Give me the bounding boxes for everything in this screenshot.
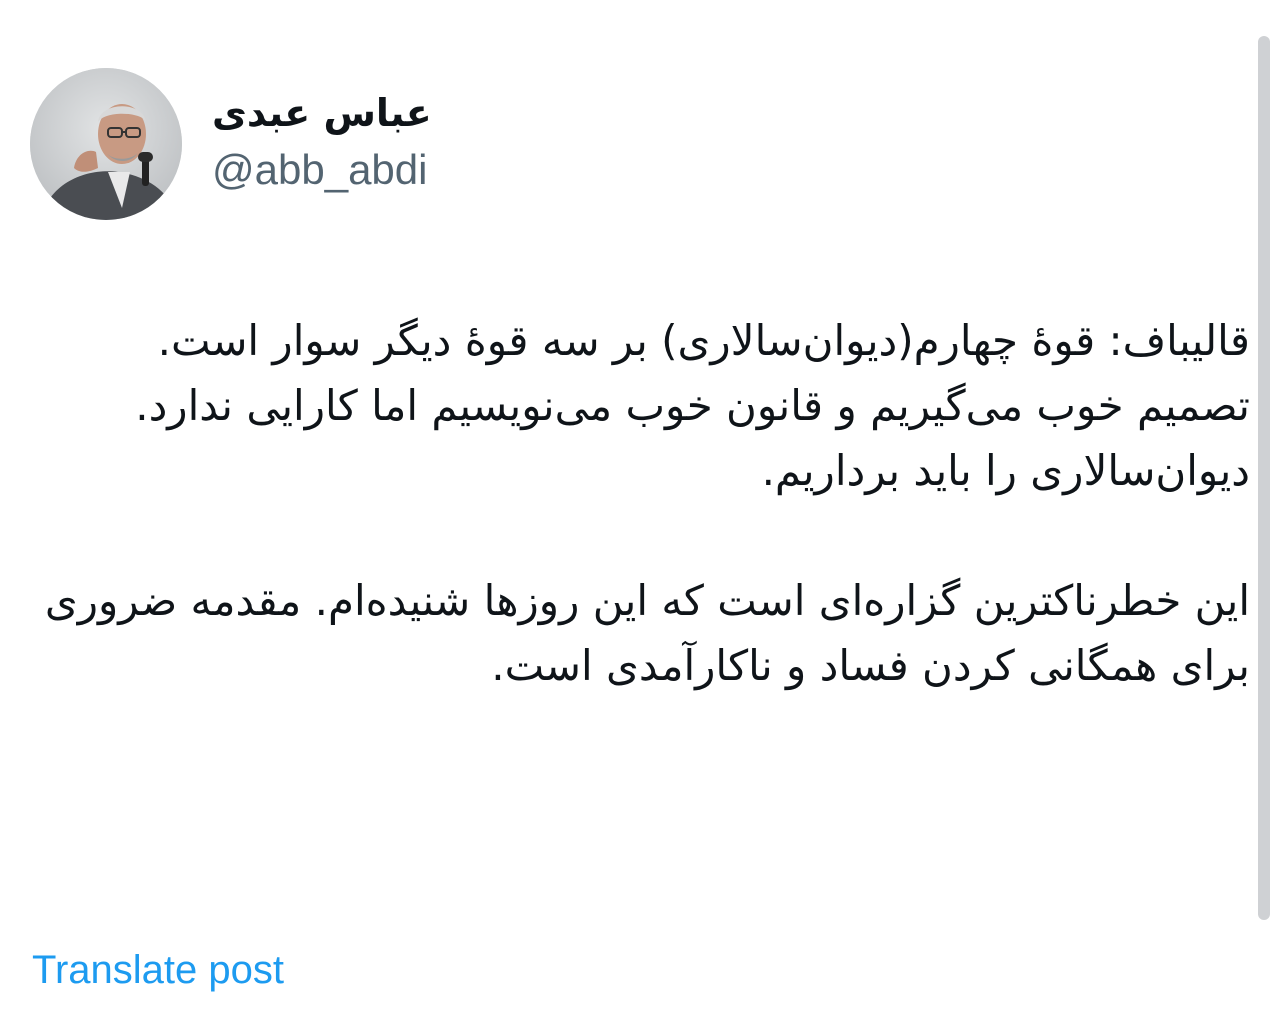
tweet-text: قالیباف: قوهٔ چهارم(دیوان‌سالاری) بر سه … [40,308,1250,698]
author-names: عباس عبدی @abb_abdi [212,90,432,198]
tweet-paragraph: این خطرناکترین گزاره‌ای است که این روزها… [44,576,1250,690]
tweet-card: عباس عبدی @abb_abdi قالیباف: قوهٔ چهارم(… [0,0,1280,1026]
tweet-paragraph: قالیباف: قوهٔ چهارم(دیوان‌سالاری) بر سه … [135,316,1250,495]
scrollbar[interactable] [1258,36,1270,920]
author-handle[interactable]: @abb_abdi [212,142,432,198]
avatar[interactable] [30,68,182,220]
tweet-header: عباس عبدی @abb_abdi [30,68,432,220]
avatar-photo [30,68,182,220]
author-display-name[interactable]: عباس عبدی [212,90,432,136]
translate-post-link[interactable]: Translate post [32,944,284,996]
